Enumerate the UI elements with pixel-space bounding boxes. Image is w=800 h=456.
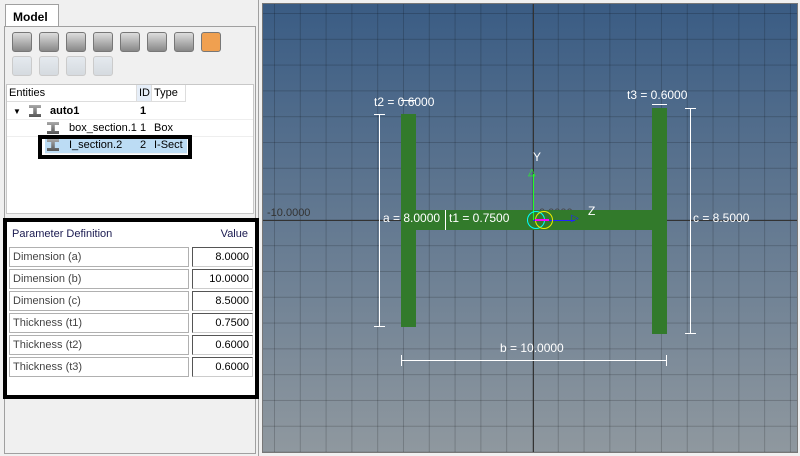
row-type: Box [154,122,173,134]
header-parameter: Parameter Definition [12,228,113,240]
tab-model[interactable]: Model [5,4,59,27]
param-value-input[interactable]: 8.5000 [192,291,253,311]
z-arrow-head-icon: ▷ [571,213,579,224]
param-name: Dimension (a) [9,247,189,267]
axis-label-left: -10.0000 [267,207,311,219]
parameter-table: Parameter Definition Value Dimension (a)… [6,223,253,378]
param-value-input[interactable]: 0.6000 [192,335,253,355]
right-flange[interactable] [652,108,667,334]
y-axis-label: Y [533,150,542,164]
param-row: Dimension (a) 8.0000 [6,246,253,268]
dim-tick [685,108,696,109]
param-name: Thickness (t2) [9,335,189,355]
section-icon [47,122,59,134]
principal-axis-icon [535,219,549,221]
label-c: c = 8.5000 [693,211,750,225]
row-id: 1 [140,122,147,134]
param-row: Thickness (t1) 0.7500 [6,312,253,334]
isolate-icon [93,56,113,76]
model-panel: Model Entities ID Type ▼ auto1 1 box_sec… [0,0,259,456]
label-b: b = 10.0000 [500,341,564,355]
param-name: Dimension (c) [9,291,189,311]
part-icon[interactable] [66,32,86,52]
show-icon [39,56,59,76]
dim-tick [374,114,385,115]
param-name: Dimension (b) [9,269,189,289]
dim-tick [374,326,385,327]
param-value-input[interactable]: 8.0000 [192,247,253,267]
selection-highlight-box [38,135,192,159]
row-id: 1 [140,105,147,117]
connectors-icon[interactable] [39,32,59,52]
dim-tick [666,355,667,366]
column-id[interactable]: ID [137,85,152,102]
thickness-icon[interactable] [120,32,140,52]
row-name: box_section.1 [69,122,137,134]
toolbar-secondary [12,56,113,76]
folder-icon[interactable] [12,32,32,52]
param-name: Thickness (t1) [9,313,189,333]
param-value-input[interactable]: 0.6000 [192,357,253,377]
param-row: Dimension (c) 8.5000 [6,290,253,312]
dimension-t1-line [445,210,446,230]
dim-tick [685,333,696,334]
label-t3: t3 = 0.6000 [627,88,688,102]
dimension-a-line [379,114,380,327]
param-row: Thickness (t2) 0.6000 [6,334,253,356]
header-value: Value [220,228,248,240]
dimension-t3-line [652,104,667,105]
graphics-viewport[interactable]: -10.0000 0.0000 t2 = 0.6000 t3 = 0.6000 … [262,3,798,453]
param-value-input[interactable]: 10.0000 [192,269,253,289]
collapse-icon[interactable]: ▼ [13,107,21,116]
column-entities[interactable]: Entities [7,85,137,102]
z-axis-label: Z [588,204,596,218]
tree-row-auto1[interactable]: ▼ auto1 1 [7,103,253,120]
label-a: a = 8.0000 [383,211,441,225]
mesh-icon[interactable] [147,32,167,52]
dimension-c-line [690,108,691,334]
dimension-b-line [401,360,667,361]
toolbar [12,32,221,52]
param-name: Thickness (t3) [9,357,189,377]
label-t2: t2 = 0.6000 [374,95,435,109]
param-row: Thickness (t3) 0.6000 [6,356,253,378]
dim-tick [401,355,402,366]
plane-icon [12,56,32,76]
column-type[interactable]: Type [152,85,186,102]
component-icon [29,105,41,117]
cross-section-icon[interactable] [93,32,113,52]
hide-icon [66,56,86,76]
param-value-input[interactable]: 0.7500 [192,313,253,333]
label-t1: t1 = 0.7500 [449,211,510,225]
row-name: auto1 [50,105,80,117]
assembly-icon[interactable] [174,32,194,52]
beam-section-icon[interactable] [201,32,221,52]
param-row: Dimension (b) 10.0000 [6,268,253,290]
y-arrow-head-icon: △ [528,167,536,178]
